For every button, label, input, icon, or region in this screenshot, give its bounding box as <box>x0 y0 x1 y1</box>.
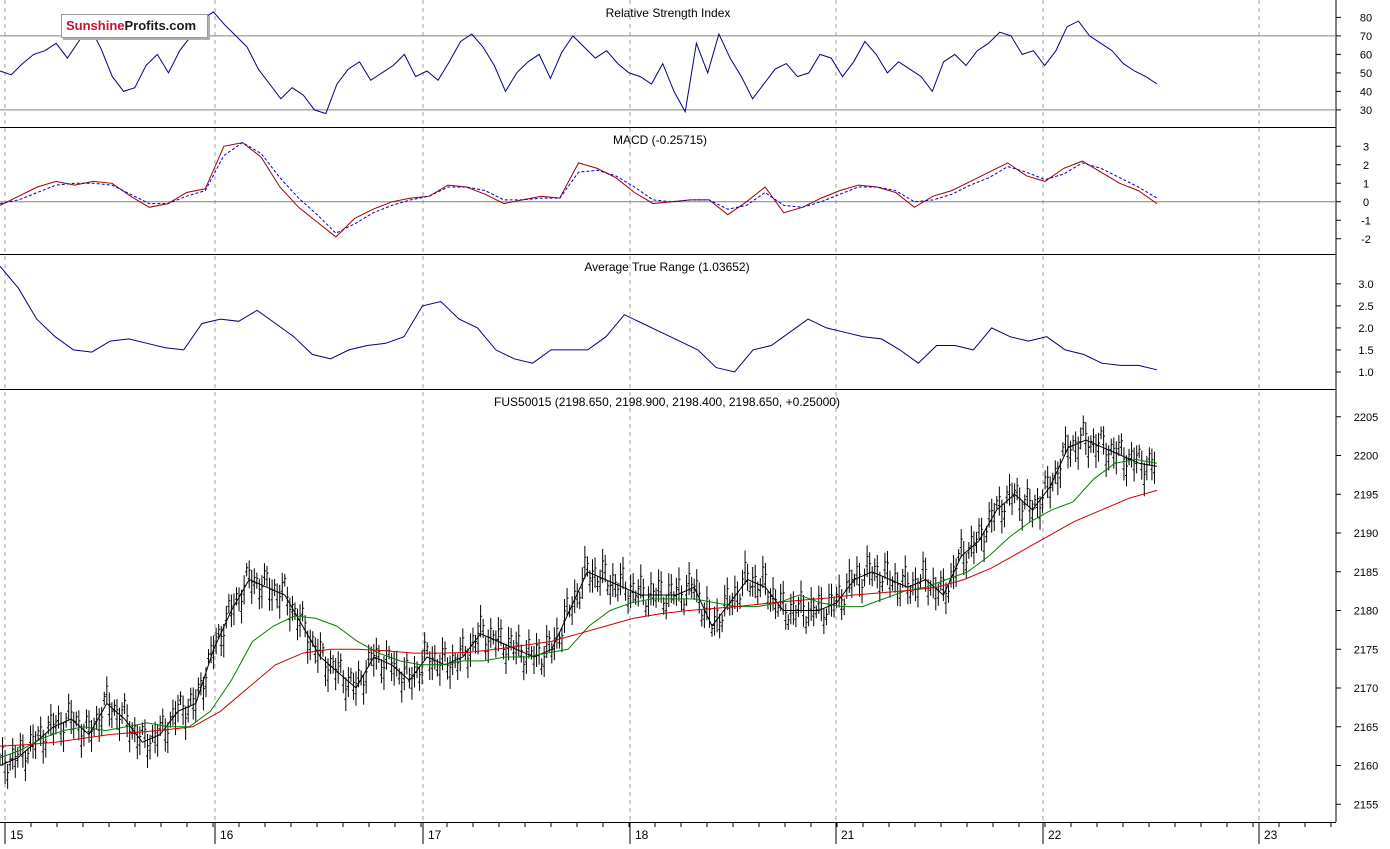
x-tick-label: 17 <box>428 828 442 842</box>
price-ytick-label: 2160 <box>1354 761 1378 773</box>
price-ytick-label: 2195 <box>1354 489 1378 501</box>
rsi-ytick-label: 80 <box>1360 12 1372 24</box>
price-ytick-label: 2200 <box>1354 451 1378 463</box>
price-ytick-label: 2205 <box>1354 412 1378 424</box>
price-ytick-label: 2190 <box>1354 528 1378 540</box>
atr-panel: Average True Range (1.03652) 1.0 1.5 2.0 2.… <box>0 260 1374 379</box>
rsi-ytick-label: 50 <box>1360 68 1372 80</box>
price-ytick-label: 2170 <box>1354 683 1378 695</box>
ma-long-line <box>0 489 1158 747</box>
stock-chart: Relative Strength Index 304050607080 MAC… <box>0 0 1378 844</box>
x-axis: 15 16 17 18 21 22 23 <box>4 822 1332 844</box>
ma-short-line <box>0 458 1158 759</box>
sunshine-profits-logo: SunshineProfits.com <box>61 14 208 38</box>
macd-title: MACD (-0.25715) <box>613 133 707 147</box>
atr-ytick-label: 1.0 <box>1358 367 1373 379</box>
macd-ytick-label: 2 <box>1363 160 1369 172</box>
macd-ytick-label: -2 <box>1361 234 1371 246</box>
logo-part-sunshine: Sunshine <box>66 18 125 33</box>
x-tick-label: 23 <box>1264 828 1278 842</box>
x-tick-label: 18 <box>635 828 649 842</box>
price-ytick-label: 2185 <box>1354 567 1378 579</box>
macd-ytick-label: 0 <box>1363 197 1369 209</box>
price-ytick-label: 2180 <box>1354 606 1378 618</box>
atr-ytick-label: 1.5 <box>1358 345 1373 357</box>
rsi-title: Relative Strength Index <box>606 6 731 20</box>
price-title: FUS50015 (2198.650, 2198.900, 2198.400, … <box>494 395 840 409</box>
x-tick-label: 16 <box>220 828 234 842</box>
x-tick-label: 21 <box>841 828 855 842</box>
rsi-ytick-label: 70 <box>1360 31 1372 43</box>
macd-ytick-label: 3 <box>1363 141 1369 153</box>
x-tick-label: 22 <box>1048 828 1062 842</box>
atr-ytick-label: 2.0 <box>1358 323 1373 335</box>
x-tick-label: 15 <box>10 828 24 842</box>
atr-title: Average True Range (1.03652) <box>584 260 749 274</box>
rsi-ytick-label: 40 <box>1360 86 1372 98</box>
chart-canvas: Relative Strength Index 30 40 50 60 70 80 MAC… <box>0 0 1390 844</box>
price-ytick-label: 2165 <box>1354 722 1378 734</box>
price-ytick-label: 2175 <box>1354 644 1378 656</box>
atr-ytick-label: 2.5 <box>1358 301 1373 313</box>
macd-line <box>0 142 1158 238</box>
signal-line <box>0 142 1158 234</box>
rsi-ytick-label: 30 <box>1360 105 1372 117</box>
atr-line <box>0 265 1158 373</box>
atr-ytick-label: 3.0 <box>1358 279 1373 291</box>
macd-ytick-label: 1 <box>1363 178 1369 190</box>
macd-panel: MACD (-0.25715) -2 -1 0 1 2 3 <box>0 133 1371 246</box>
macd-ytick-label: -1 <box>1361 215 1371 227</box>
rsi-ytick-label: 60 <box>1360 49 1372 61</box>
logo-part-profits: Profits.com <box>124 18 197 33</box>
price-ytick-label: 2155 <box>1354 799 1378 811</box>
price-panel: FUS50015 (2198.650, 2198.900, 2198.400, … <box>0 395 1378 811</box>
panel-frames <box>0 0 1337 823</box>
